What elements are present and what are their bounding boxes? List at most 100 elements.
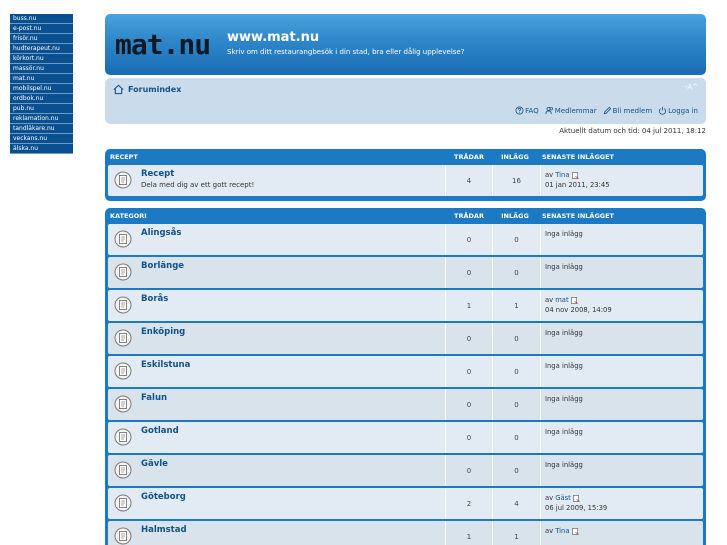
last-post-date: 04 nov 2008, 14:09 (545, 306, 612, 314)
forum-rows: Alingsås 0 0 Inga inlägg Borlänge 0 0 Inga inlä… (108, 224, 703, 545)
users-icon (545, 106, 553, 115)
header-name: RECEPT (110, 153, 138, 161)
faq-label: FAQ (525, 106, 539, 115)
last-post-info: Inga inlägg (545, 328, 583, 338)
posts-count: 1 (493, 521, 541, 545)
forum-title-link[interactable]: Gotland (141, 426, 179, 436)
forum-read-icon (114, 263, 132, 281)
view-latest-post-icon[interactable] (571, 527, 579, 535)
header-posts: INLÄGG (501, 153, 529, 161)
power-icon (659, 106, 667, 115)
site-link[interactable]: veckans.nu (10, 134, 73, 144)
forum-title-link[interactable]: Falun (141, 393, 167, 403)
posts-count: 4 (493, 488, 541, 519)
forum-title-link[interactable]: Borås (141, 294, 168, 304)
last-post-info: Inga inlägg (545, 361, 583, 371)
last-post-info: Inga inlägg (545, 394, 583, 404)
header-topics: TRÅDAR (454, 153, 484, 161)
site-link[interactable]: hudterapeut.nu (10, 44, 73, 54)
recipe-forum-table: RECEPT TRÅDAR INLÄGG SENASTE INLÄGGET Re… (105, 149, 706, 201)
posts-count: 0 (493, 323, 541, 354)
posts-count: 0 (493, 356, 541, 387)
members-link[interactable]: Medlemmar (545, 106, 597, 115)
forum-read-icon (114, 296, 132, 314)
topics-count: 2 (445, 488, 493, 519)
forum-row: Borås 1 1 av mat 04 nov 2008, 14:09 (108, 290, 703, 321)
no-posts-label: Inga inlägg (545, 263, 583, 271)
site-link[interactable]: pub.nu (10, 104, 73, 114)
last-post-info: av Gäst 06 jul 2009, 15:39 (545, 493, 607, 513)
login-link[interactable]: Logga in (658, 106, 698, 115)
header-name: KATEGORI (110, 212, 147, 220)
forum-title-link[interactable]: Gävle (141, 459, 168, 469)
no-posts-label: Inga inlägg (545, 230, 583, 238)
site-link[interactable]: ordbok.nu (10, 94, 73, 104)
no-posts-label: Inga inlägg (545, 461, 583, 469)
forum-read-icon (114, 461, 132, 479)
site-link[interactable]: buss.nu (10, 14, 73, 24)
no-posts-label: Inga inlägg (545, 329, 583, 337)
last-post-date: 06 jul 2009, 15:39 (545, 504, 608, 512)
site-link[interactable]: mobilspel.nu (10, 84, 73, 94)
forum-read-icon (114, 395, 132, 413)
topics-count: 1 (445, 290, 493, 321)
site-link[interactable]: reklamation.nu (10, 114, 73, 124)
forum-title-link[interactable]: Enköping (141, 327, 185, 337)
site-link[interactable]: frisör.nu (10, 34, 73, 44)
forum-title-link[interactable]: Alingsås (141, 228, 181, 238)
table-header: RECEPT TRÅDAR INLÄGG SENASTE INLÄGGET (108, 149, 703, 165)
last-post-author[interactable]: Tina (555, 170, 569, 180)
register-link[interactable]: Bli medlem (603, 106, 653, 115)
forum-title-link[interactable]: Borlänge (141, 261, 184, 271)
no-posts-label: Inga inlägg (545, 395, 583, 403)
site-title[interactable]: www.mat.nu (227, 30, 319, 45)
last-post-date: 01 jan 2011, 23:45 (545, 181, 610, 189)
breadcrumb-forumindex[interactable]: Forumindex (128, 85, 181, 94)
last-post-by: av (545, 296, 554, 304)
site-link[interactable]: tandläkare.nu (10, 124, 73, 134)
topics-count: 0 (445, 389, 493, 420)
last-post-author[interactable]: Tina (555, 526, 569, 536)
site-logo[interactable]: mat.nu (115, 28, 211, 61)
posts-count: 0 (493, 422, 541, 453)
site-link[interactable]: mat.nu (10, 74, 73, 84)
breadcrumb[interactable]: Forumindex (113, 84, 181, 95)
forum-title-link[interactable]: Recept (141, 169, 174, 179)
topics-count: 0 (445, 422, 493, 453)
last-post-info: av Tina 01 jan 2011, 23:45 (545, 170, 610, 190)
forum-read-icon (114, 527, 132, 545)
view-latest-post-icon[interactable] (570, 296, 578, 304)
header-last-post: SENASTE INLÄGGET (542, 153, 614, 161)
forum-title-link[interactable]: Halmstad (141, 525, 187, 535)
question-icon (515, 106, 524, 115)
view-latest-post-icon[interactable] (572, 494, 580, 502)
forum-read-icon (114, 494, 132, 512)
view-latest-post-icon[interactable] (571, 171, 579, 179)
forum-description: Dela med dig av ett gott recept! (141, 181, 255, 189)
last-post-author[interactable]: mat (555, 295, 568, 305)
site-link[interactable]: älska.nu (10, 144, 73, 154)
forum-title-link[interactable]: Göteborg (141, 492, 186, 502)
site-link[interactable]: e-post.nu (10, 24, 73, 34)
forum-title-link[interactable]: Eskilstuna (141, 360, 190, 370)
forum-row: Gotland 0 0 Inga inlägg (108, 422, 703, 453)
last-post-info: Inga inlägg (545, 460, 583, 470)
faq-link[interactable]: FAQ (515, 106, 539, 115)
last-post-author[interactable]: Gäst (555, 493, 571, 503)
register-label: Bli medlem (612, 106, 653, 115)
no-posts-label: Inga inlägg (545, 428, 583, 436)
last-post-by: av (545, 494, 554, 502)
last-post-by: av (545, 527, 554, 535)
header-posts: INLÄGG (501, 212, 529, 220)
site-link[interactable]: massör.nu (10, 64, 73, 74)
no-posts-label: Inga inlägg (545, 362, 583, 370)
font-size-control[interactable]: -A^ (685, 83, 698, 91)
category-forum-table: KATEGORI TRÅDAR INLÄGG SENASTE INLÄGGET … (105, 208, 706, 545)
forum-row: Recept Dela med dig av ett gott recept! 4 1… (108, 165, 703, 196)
last-post-info: av Tina (545, 526, 579, 536)
site-link[interactable]: körkort.nu (10, 54, 73, 64)
site-list: buss.nu e-post.nu frisör.nu hudterapeut.nu k… (10, 14, 73, 154)
forum-rows: Recept Dela med dig av ett gott recept! 4 1… (108, 165, 703, 196)
posts-count: 1 (493, 290, 541, 321)
forum-row: Göteborg 2 4 av Gäst 06 jul 2009, 15:39 (108, 488, 703, 519)
